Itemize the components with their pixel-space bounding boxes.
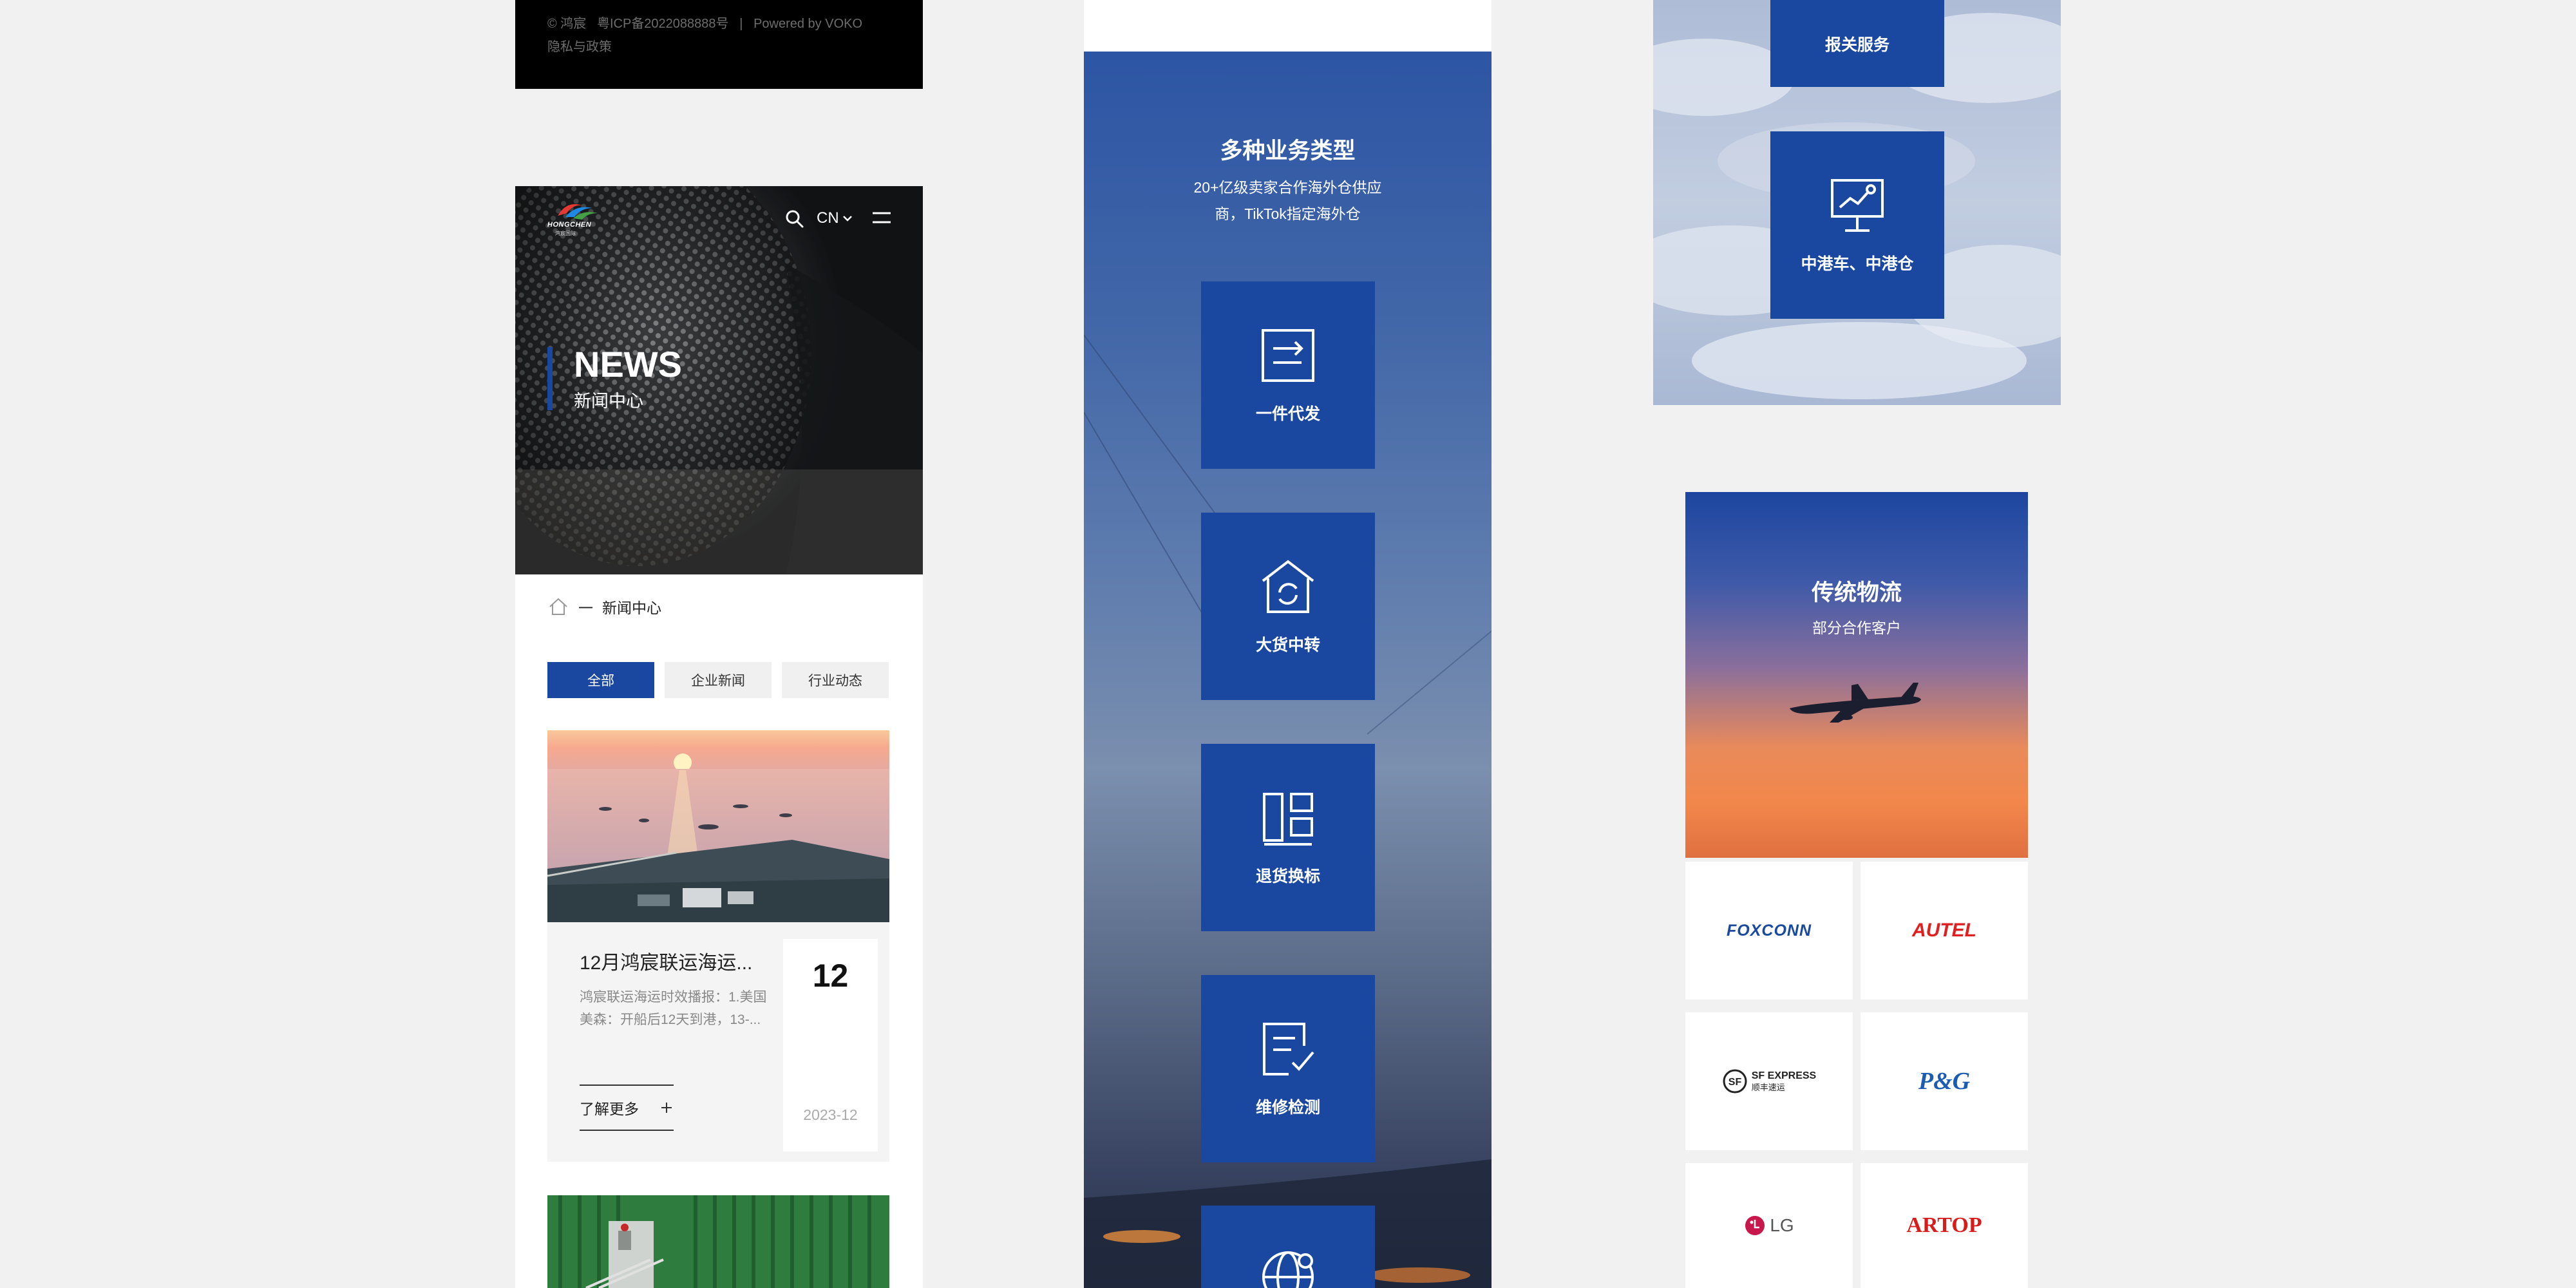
- client-logo-pg: P&G: [1861, 1012, 2028, 1150]
- client-logo-lg: LG: [1685, 1163, 1853, 1288]
- service-bulk-transit[interactable]: 大货中转: [1201, 513, 1375, 700]
- breadcrumb: 一 新闻中心: [547, 595, 661, 618]
- service-repair-inspection[interactable]: 维修检测: [1201, 975, 1375, 1162]
- client-logo-artop: ARTOP: [1861, 1163, 2028, 1288]
- service-dropshipping[interactable]: 一件代发: [1201, 281, 1375, 469]
- client-name: P&G: [1918, 1068, 1971, 1095]
- search-icon[interactable]: [784, 209, 805, 229]
- news-date-box: 12 2023-12: [783, 939, 878, 1151]
- chevron-down-icon: [842, 216, 852, 222]
- traditional-logistics-banner: 传统物流 部分合作客户: [1685, 492, 2028, 858]
- news-excerpt-line1: 鸿宸联运海运时效播报：1.美国: [580, 990, 767, 1005]
- logo-mark-icon: [558, 204, 598, 220]
- home-refresh-icon: [1262, 559, 1314, 613]
- traditional-subtitle: 部分合作客户: [1812, 620, 1901, 636]
- client-logo-sf-express: SF SF EXPRESS 顺丰速运: [1685, 1012, 1853, 1150]
- footer: © 鸿宸 粤ICP备2022088888号 | Powered by VOKO …: [515, 0, 923, 89]
- service-global-partial[interactable]: [1201, 1206, 1375, 1288]
- mobile-preview-news: © 鸿宸 粤ICP备2022088888号 | Powered by VOKO …: [515, 0, 923, 1288]
- mobile-preview-services: 多种业务类型 20+亿级卖家合作海外仓供应 商，TikTok指定海外仓 一件代发…: [1084, 0, 1492, 1288]
- service-customs[interactable]: 报关服务: [1770, 0, 1944, 87]
- mobile-preview-logistics: 报关服务 中港车、中港仓 传统物流 部分合作客户 FOXCONN AUTEL S…: [1653, 0, 2061, 1288]
- breadcrumb-current[interactable]: 新闻中心: [602, 596, 661, 618]
- traditional-title: 传统物流: [1811, 580, 1902, 605]
- service-label: 中港车、中港仓: [1801, 254, 1914, 273]
- client-name: FOXCONN: [1727, 921, 1812, 940]
- white-strip: [1084, 0, 1492, 52]
- hero-subtitle: 新闻中心: [574, 392, 643, 411]
- language-label: CN: [817, 209, 839, 227]
- service-label: 报关服务: [1824, 35, 1889, 54]
- client-name-cn: 顺丰速运: [1751, 1083, 1785, 1092]
- service-label: 大货中转: [1255, 636, 1320, 654]
- services-desc-line2: 商，TikTok指定海外仓: [1215, 205, 1361, 222]
- service-label: 维修检测: [1255, 1098, 1320, 1117]
- news-date: 2023-12: [803, 1106, 858, 1123]
- sf-logo-icon: SF: [1723, 1069, 1747, 1094]
- read-more-button[interactable]: 了解更多: [580, 1084, 674, 1131]
- plus-icon: [661, 1103, 672, 1113]
- client-logo-foxconn: FOXCONN: [1685, 862, 1853, 999]
- checklist-icon: [1263, 1022, 1314, 1075]
- menu-icon[interactable]: [871, 208, 893, 227]
- footer-copyright: © 鸿宸 粤ICP备2022088888号 | Powered by VOKO: [547, 17, 863, 31]
- service-label: 退货换标: [1255, 867, 1320, 886]
- logo-brand-text: HONGCHEN: [547, 221, 592, 229]
- services-desc-line1: 20+亿级卖家合作海外仓供应: [1193, 179, 1382, 196]
- layout-swap-icon: [1263, 792, 1313, 846]
- client-name: LG: [1770, 1215, 1794, 1235]
- airplane-icon: [1790, 683, 1921, 723]
- tab-company-news[interactable]: 企业新闻: [665, 662, 772, 698]
- news-text-panel: 12月鸿宸联运海运... 鸿宸联运海运时效播报：1.美国 美森：开船后12天到港…: [547, 922, 781, 1162]
- tab-all[interactable]: 全部: [547, 662, 654, 698]
- presentation-chart-icon: [1831, 178, 1884, 232]
- news-card[interactable]: 12月鸿宸联运海运... 鸿宸联运海运时效播报：1.美国 美森：开船后12天到港…: [547, 730, 889, 1162]
- service-return-relabel[interactable]: 退货换标: [1201, 744, 1375, 931]
- service-label: 一件代发: [1255, 404, 1320, 423]
- client-name: SF EXPRESS: [1751, 1070, 1817, 1081]
- client-name: AUTEL: [1912, 920, 1976, 941]
- news-thumbnail-container[interactable]: [547, 1195, 889, 1288]
- news-hero: HONGCHEN 鸿宸国际 CN NEWS 新闻中心: [515, 186, 923, 574]
- site-logo[interactable]: HONGCHEN 鸿宸国际: [547, 199, 603, 238]
- svg-text:SF: SF: [1728, 1077, 1742, 1088]
- client-name: ARTOP: [1906, 1213, 1982, 1237]
- news-excerpt-line2: 美森：开船后12天到港，13-...: [580, 1012, 761, 1027]
- client-logo-autel: AUTEL: [1861, 862, 2028, 999]
- forward-arrow-doc-icon: [1262, 328, 1314, 382]
- globe-icon: [1262, 1251, 1314, 1288]
- news-day: 12: [812, 958, 849, 994]
- language-selector[interactable]: CN: [817, 208, 853, 229]
- logo-brand-sub: 鸿宸国际: [555, 231, 576, 236]
- hero-title: NEWS: [574, 344, 682, 384]
- service-hk-truck-warehouse[interactable]: 中港车、中港仓: [1770, 131, 1944, 319]
- lg-logo-icon: [1745, 1216, 1765, 1235]
- tab-industry-news[interactable]: 行业动态: [782, 662, 889, 698]
- breadcrumb-separator: 一: [578, 600, 593, 616]
- hero-accent-bar: [547, 347, 553, 410]
- home-icon[interactable]: [547, 596, 569, 617]
- news-thumbnail-harbor: [547, 730, 889, 922]
- read-more-label: 了解更多: [580, 1101, 639, 1117]
- news-title[interactable]: 12月鸿宸联运海运...: [580, 947, 752, 975]
- services-title: 多种业务类型: [1220, 138, 1356, 164]
- privacy-link[interactable]: 隐私与政策: [547, 36, 612, 55]
